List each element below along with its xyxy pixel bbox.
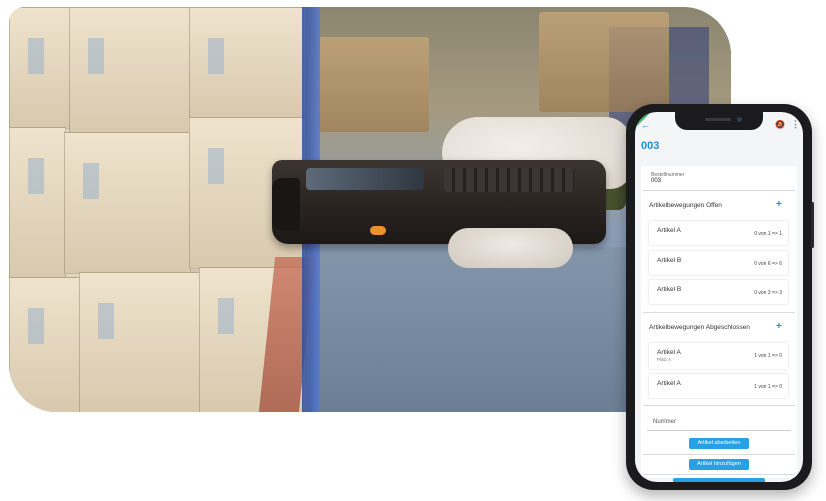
cardboard-box bbox=[79, 272, 201, 412]
section-divider bbox=[643, 454, 795, 455]
item-name: Artikel B bbox=[657, 257, 682, 264]
bell-off-icon[interactable]: 🔕 bbox=[775, 120, 785, 129]
order-number-field[interactable]: 003 bbox=[651, 178, 661, 184]
phone-mockup: ← 🔕 ⋮ 003 Bestellnummer 003 Artikelbeweg… bbox=[626, 104, 814, 490]
phone-notch bbox=[675, 112, 763, 130]
field-underline bbox=[647, 430, 791, 431]
back-arrow-icon[interactable]: ← bbox=[641, 120, 650, 130]
item-name: Artikel A bbox=[657, 227, 681, 234]
box-wall bbox=[9, 7, 309, 412]
number-input[interactable]: Nummer bbox=[653, 419, 676, 425]
section-divider bbox=[643, 474, 795, 475]
phone-side-button bbox=[811, 202, 814, 248]
front-camera bbox=[737, 117, 742, 122]
phone-screen: ← 🔕 ⋮ 003 Bestellnummer 003 Artikelbeweg… bbox=[635, 112, 803, 482]
list-item[interactable]: Artikel B 0 von 6 => 6 bbox=[649, 251, 788, 275]
add-open-icon[interactable]: + bbox=[776, 200, 782, 210]
item-name: Artikel A bbox=[657, 349, 681, 356]
page-title: 003 bbox=[641, 140, 660, 152]
item-name: Artikel B bbox=[657, 286, 682, 293]
scanner-screen bbox=[306, 168, 424, 190]
section-divider bbox=[643, 405, 795, 406]
section-divider bbox=[643, 312, 795, 313]
scanner-trigger bbox=[370, 226, 386, 235]
list-item[interactable]: Artikel A 0 von 1 => 1 bbox=[649, 221, 788, 245]
blurred-crate bbox=[319, 37, 429, 132]
add-closed-icon[interactable]: + bbox=[776, 322, 782, 332]
item-count: 1 von 1 => 0 bbox=[754, 384, 782, 390]
item-location: Platz A bbox=[657, 357, 672, 362]
scanner-head bbox=[272, 178, 300, 230]
list-item[interactable]: Artikel A Platz A 1 von 1 => 0 bbox=[649, 343, 788, 369]
list-item[interactable]: Artikel A 1 von 1 => 0 bbox=[649, 374, 788, 398]
process-items-button[interactable]: Artikel abarbeiten bbox=[689, 438, 749, 449]
content-card bbox=[641, 166, 797, 478]
cardboard-box bbox=[189, 7, 306, 119]
more-button-partial[interactable] bbox=[673, 478, 765, 482]
item-count: 0 von 3 => 3 bbox=[754, 290, 782, 296]
closed-section-title: Artikelbewegungen Abgeschlossen bbox=[649, 324, 750, 331]
more-vertical-icon[interactable]: ⋮ bbox=[791, 119, 800, 130]
cardboard-box bbox=[64, 132, 191, 274]
add-item-button[interactable]: Artikel hinzufügen bbox=[689, 459, 749, 470]
cardboard-box bbox=[9, 127, 66, 279]
item-name: Artikel A bbox=[657, 380, 681, 387]
scanner-keypad bbox=[444, 168, 574, 192]
list-item[interactable]: Artikel B 0 von 3 => 3 bbox=[649, 280, 788, 304]
open-section-title: Artikelbewegungen Offen bbox=[649, 202, 722, 209]
cardboard-box bbox=[69, 7, 191, 134]
item-count: 1 von 1 => 0 bbox=[754, 353, 782, 359]
speaker-grille bbox=[705, 118, 731, 121]
cardboard-box bbox=[9, 277, 81, 412]
cardboard-box bbox=[9, 7, 71, 129]
field-underline bbox=[643, 190, 795, 191]
glove-fingers bbox=[448, 228, 573, 268]
item-count: 0 von 6 => 6 bbox=[754, 261, 782, 267]
blurred-crate bbox=[539, 12, 669, 112]
item-count: 0 von 1 => 1 bbox=[754, 231, 782, 237]
